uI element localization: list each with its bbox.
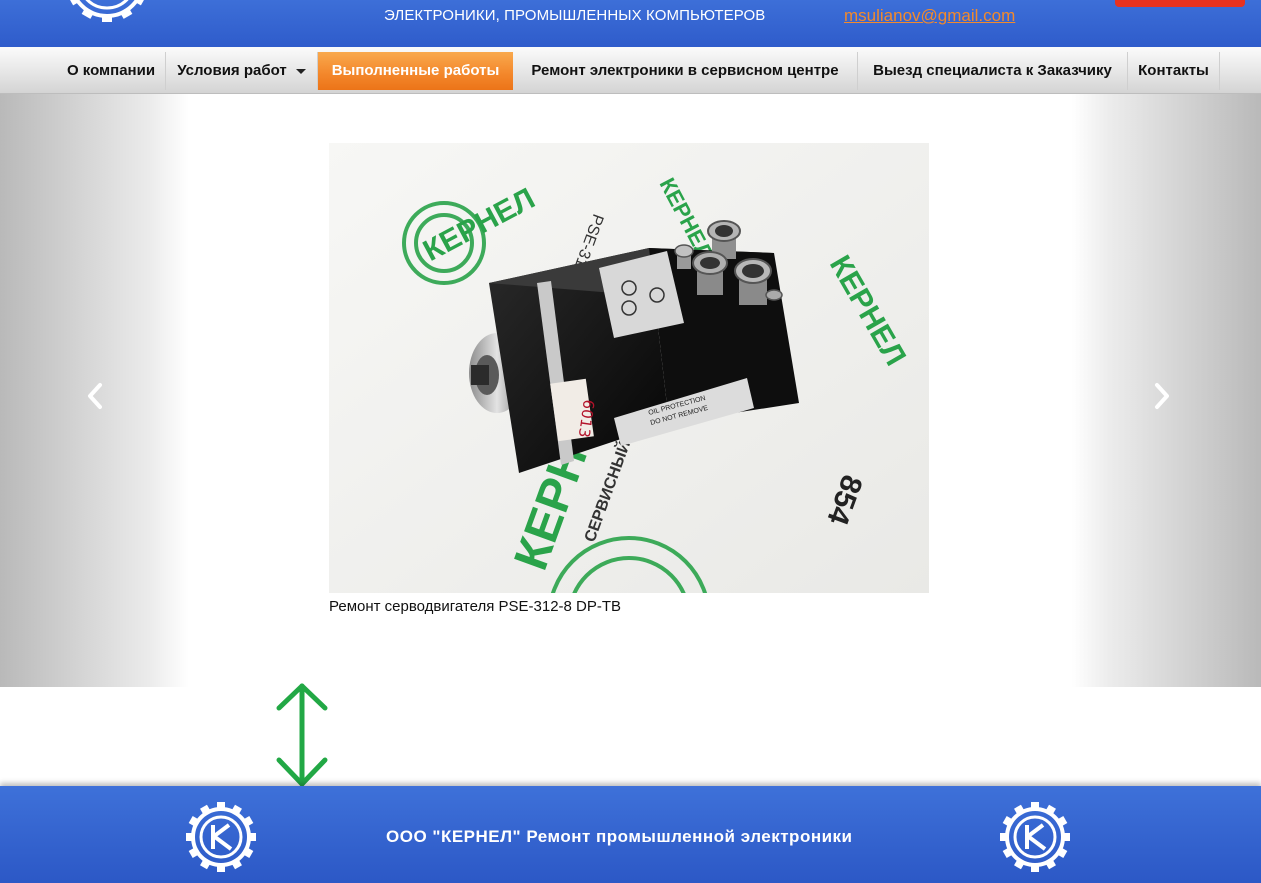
nav-item-label: Ремонт электроники в сервисном центре — [531, 62, 839, 79]
nav-item-service-center[interactable]: Ремонт электроники в сервисном центре — [513, 52, 858, 90]
site-header: ЭЛЕКТРОНИКИ, ПРОМЫШЛЕННЫХ КОМПЬЮТЕРОВ ms… — [0, 0, 1261, 47]
header-tagline: ЭЛЕКТРОНИКИ, ПРОМЫШЛЕННЫХ КОМПЬЮТЕРОВ — [384, 7, 766, 24]
site-footer: ООО "КЕРНЕЛ" Ремонт промышленной электро… — [0, 786, 1261, 883]
carousel-prev-button[interactable] — [81, 382, 109, 410]
footer-logo-right[interactable] — [999, 801, 1071, 873]
header-email-link[interactable]: msulianov@gmail.com — [844, 6, 1015, 26]
nav-item-completed-works[interactable]: Выполненные работы — [318, 52, 513, 90]
gear-logo-icon — [68, 0, 146, 22]
image-carousel: КЕРНЕЛ КЕРНЕЛ КЕРНЕЛ КЕРНЕЛ СЕРВИСНЫЙ ЦЕ… — [0, 94, 1261, 687]
header-callback-button[interactable] — [1115, 0, 1245, 7]
chevron-left-icon — [88, 383, 102, 409]
servo-motor-photo: КЕРНЕЛ КЕРНЕЛ КЕРНЕЛ КЕРНЕЛ СЕРВИСНЫЙ ЦЕ… — [329, 143, 929, 593]
slide-caption: Ремонт серводвигателя PSE-312-8 DP-TB — [329, 598, 622, 615]
nav-item-label: О компании — [66, 62, 156, 79]
footer-logo-left[interactable] — [185, 801, 257, 873]
nav-item-label: Условия работ — [177, 62, 287, 79]
main-nav: О компании Условия работ Выполненные раб… — [0, 47, 1261, 94]
nav-item-label: Выполненные работы — [331, 62, 500, 79]
nav-item-onsite[interactable]: Выезд специалиста к Заказчику — [858, 52, 1128, 90]
nav-item-label: Выезд специалиста к Заказчику — [873, 62, 1112, 79]
header-logo[interactable] — [64, 0, 150, 26]
double-arrow-vertical-icon — [276, 683, 328, 787]
slide-photo[interactable]: КЕРНЕЛ КЕРНЕЛ КЕРНЕЛ КЕРНЕЛ СЕРВИСНЫЙ ЦЕ… — [329, 143, 929, 593]
caret-down-icon — [295, 68, 306, 74]
annotation-arrow — [272, 680, 332, 792]
nav-item-contacts[interactable]: Контакты — [1128, 52, 1220, 90]
nav-item-label: Контакты — [1138, 62, 1209, 79]
footer-company-text: ООО "КЕРНЕЛ" Ремонт промышленной электро… — [386, 827, 853, 846]
nav-item-about[interactable]: О компании — [57, 52, 166, 90]
carousel-next-button[interactable] — [1148, 382, 1176, 410]
gear-logo-icon — [186, 802, 256, 872]
nav-item-terms[interactable]: Условия работ — [166, 52, 318, 90]
chevron-right-icon — [1155, 383, 1169, 409]
gear-logo-icon — [1000, 802, 1070, 872]
